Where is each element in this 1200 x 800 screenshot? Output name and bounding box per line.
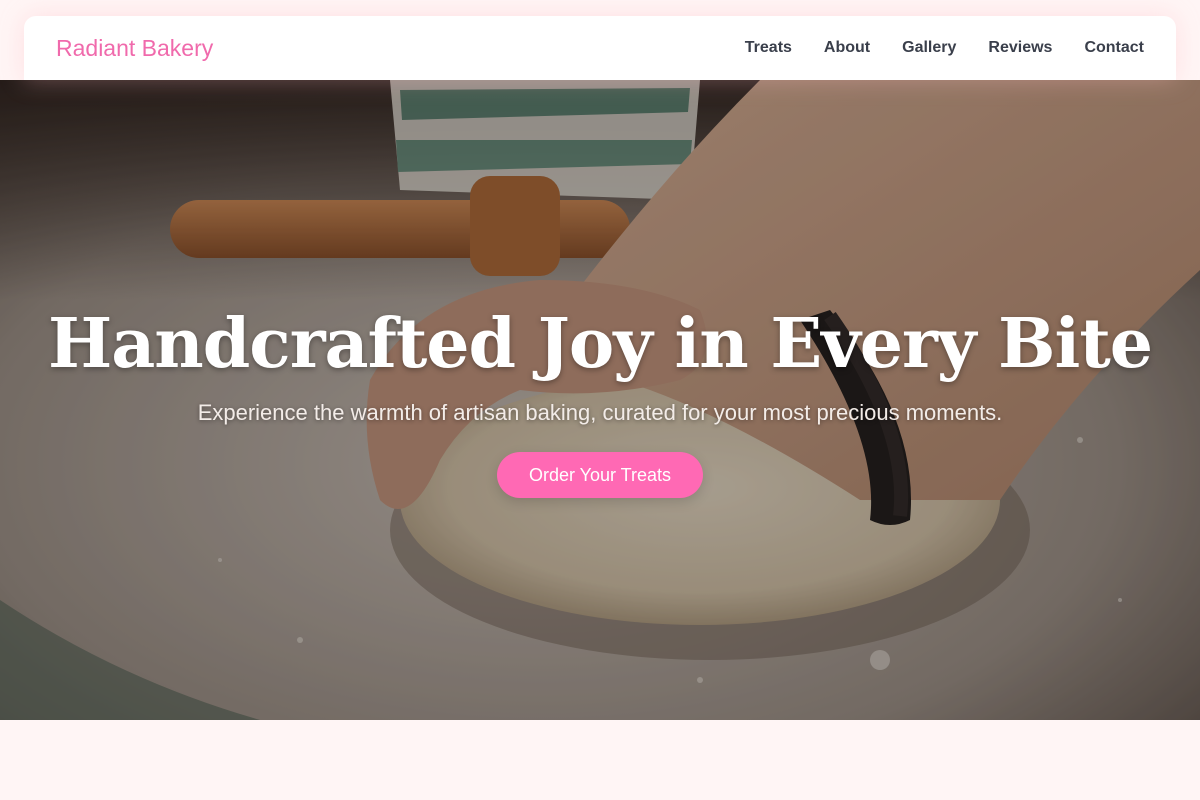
page: Handcrafted Joy in Every Bite Experience… — [0, 0, 1200, 800]
nav-item-contact[interactable]: Contact — [1084, 39, 1144, 57]
nav-item-about[interactable]: About — [824, 39, 870, 57]
nav-item-treats[interactable]: Treats — [745, 39, 792, 57]
nav-item-reviews[interactable]: Reviews — [988, 39, 1052, 57]
hero-title: Handcrafted Joy in Every Bite — [48, 304, 1153, 384]
content-section — [0, 720, 1200, 800]
hero-subtitle: Experience the warmth of artisan baking,… — [197, 400, 1003, 425]
navbar: Radiant Bakery Treats About Gallery Revi… — [24, 16, 1176, 80]
nav-item-gallery[interactable]: Gallery — [902, 39, 956, 57]
nav-links: Treats About Gallery Reviews Contact — [745, 16, 1144, 80]
brand-logo[interactable]: Radiant Bakery — [56, 16, 213, 80]
order-treats-button[interactable]: Order Your Treats — [497, 452, 703, 498]
hero-content: Handcrafted Joy in Every Bite Experience… — [0, 302, 1200, 498]
hero-section: Handcrafted Joy in Every Bite Experience… — [0, 80, 1200, 720]
